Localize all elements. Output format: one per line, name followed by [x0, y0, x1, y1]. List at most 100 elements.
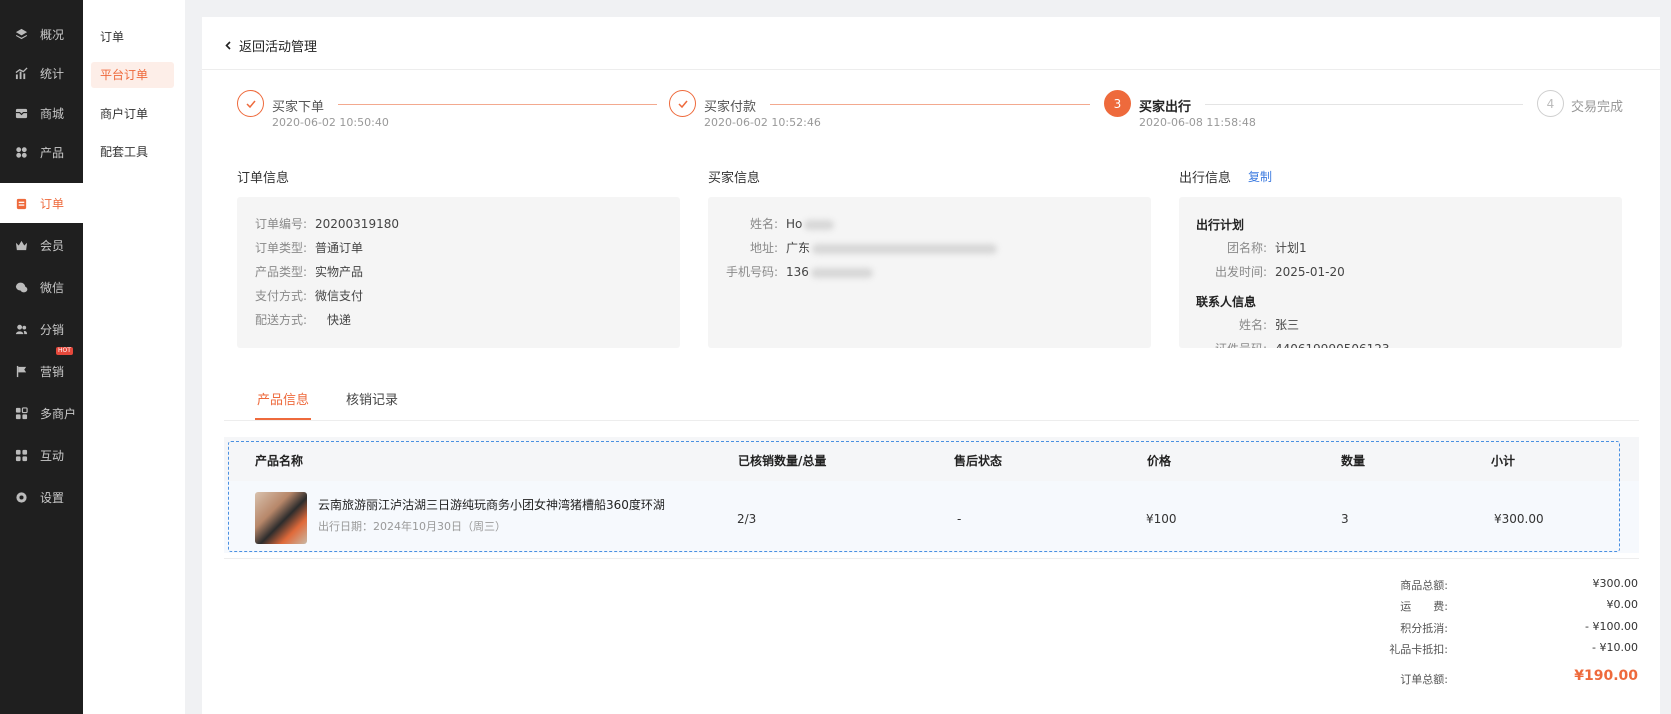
- step-2-title: 买家付款: [704, 100, 757, 115]
- col-after-sale: 售后状态: [954, 454, 1003, 468]
- order-total-label: 订单总额:: [1400, 673, 1448, 686]
- nav-label: 设置: [40, 490, 65, 505]
- subnav-item-tools[interactable]: 配套工具: [91, 139, 174, 165]
- travel-info-title: 出行信息: [1179, 171, 1232, 186]
- order-type-key: 订单类型:: [254, 241, 307, 255]
- nav-item-products[interactable]: 产品: [0, 132, 83, 172]
- step-1-check-icon: [237, 90, 264, 117]
- shipping-label: 运 费:: [1400, 600, 1448, 613]
- subnav-item-merchant-orders[interactable]: 商户订单: [91, 101, 174, 127]
- product-name[interactable]: 云南旅游丽江泸沽湖三日游纯玩商务小团女神湾猪槽船360度环湖: [318, 496, 665, 513]
- travel-date: 出行日期：2024年10月30日（周三）: [318, 520, 506, 533]
- after-sale-status: -: [957, 512, 962, 526]
- redeemed-count: 2/3: [737, 512, 757, 526]
- order-info-title: 订单信息: [237, 171, 290, 186]
- contact-id-value: 440619990506123: [1275, 342, 1390, 348]
- subnav-item-orders[interactable]: 订单: [91, 24, 174, 50]
- delivery-method-value: 快递: [327, 313, 352, 327]
- depart-time-value: 2025-01-20: [1275, 265, 1345, 279]
- nav-item-wechat[interactable]: 微信: [0, 267, 83, 307]
- subnav-item-platform-orders[interactable]: 平台订单: [91, 62, 174, 88]
- group-name-row: 团名称: 计划1: [1179, 239, 1307, 256]
- payment-method-key: 支付方式:: [254, 289, 307, 303]
- step-connector: [338, 104, 657, 105]
- nav-label: 概况: [40, 27, 65, 42]
- product-thumbnail[interactable]: [255, 492, 307, 544]
- plan-heading: 出行计划: [1196, 218, 1245, 232]
- order-number-row: 订单编号: 20200319180: [237, 215, 399, 232]
- nav-item-overview[interactable]: 概况: [0, 14, 83, 54]
- step-4-title: 交易完成: [1571, 100, 1624, 115]
- hot-badge: HOT: [56, 347, 73, 355]
- nav-item-orders[interactable]: 订单: [0, 183, 83, 223]
- step-3-time: 2020-06-08 11:58:48: [1139, 116, 1256, 129]
- redacted-blur: [804, 219, 835, 230]
- nav-label: 订单: [40, 196, 65, 211]
- tab-product-info[interactable]: 产品信息: [257, 389, 309, 408]
- layers-icon: [14, 27, 28, 41]
- depart-time-row: 出发时间: 2025-01-20: [1179, 263, 1345, 280]
- nav-item-multi-merchant[interactable]: 多商户: [0, 393, 83, 433]
- delivery-method-key: 配送方式:: [254, 313, 307, 327]
- nav-item-marketing[interactable]: 营销 HOT: [0, 347, 83, 391]
- step-connector: [770, 104, 1090, 105]
- chart-icon: [14, 66, 28, 80]
- nav-label: 微信: [40, 280, 65, 295]
- col-price: 价格: [1147, 454, 1172, 468]
- nav-label: 营销: [40, 364, 65, 379]
- wechat-icon: [14, 280, 28, 294]
- group-name-key: 团名称:: [1226, 241, 1267, 255]
- contact-name-row: 姓名: 张三: [1179, 316, 1299, 333]
- order-info-box: 订单编号: 20200319180 订单类型: 普通订单 产品类型: 实物产品 支付方…: [237, 197, 680, 348]
- buyer-info-box: 姓名: Ho 地址: 广东 手机号码: 136: [708, 197, 1151, 348]
- nav-label: 分销: [40, 322, 65, 337]
- apps-icon: [14, 448, 28, 462]
- gift-card-value: - ¥10.00: [1592, 641, 1638, 654]
- order-detail-card: 返回活动管理 买家下单 2020-06-02 10:50:40 买家付款 202…: [202, 17, 1660, 714]
- nav-label: 统计: [40, 66, 65, 81]
- points-deduction-value: - ¥100.00: [1585, 620, 1638, 633]
- sub-nav: 订单 平台订单 商户订单 配套工具: [83, 0, 185, 714]
- buyer-address-value: 广东: [786, 241, 811, 255]
- nav-item-distribution[interactable]: 分销: [0, 309, 83, 349]
- contact-id-row: 证件号码: 440619990506123: [1179, 340, 1390, 348]
- nav-item-members[interactable]: 会员: [0, 225, 83, 265]
- nav-item-settings[interactable]: 设置: [0, 477, 83, 517]
- copy-link[interactable]: 复制: [1248, 168, 1272, 185]
- points-deduction-label: 积分抵消:: [1400, 622, 1448, 635]
- nav-label: 商城: [40, 106, 65, 121]
- store-icon: [14, 406, 28, 420]
- buyer-phone-row: 手机号码: 136: [708, 263, 873, 280]
- header-divider: [202, 69, 1660, 70]
- payment-method-row: 支付方式: 微信支付: [237, 287, 363, 304]
- product-type-key: 产品类型:: [254, 265, 307, 279]
- depart-time-key: 出发时间:: [1214, 265, 1267, 279]
- nav-item-interaction[interactable]: 互动: [0, 435, 83, 475]
- col-quantity: 数量: [1341, 454, 1366, 468]
- goods-total-value: ¥300.00: [1592, 577, 1639, 590]
- nav-item-stats[interactable]: 统计: [0, 53, 83, 93]
- price-value: ¥100: [1146, 512, 1177, 526]
- back-link[interactable]: 返回活动管理: [224, 36, 317, 55]
- tab-redemption-records[interactable]: 核销记录: [346, 389, 398, 408]
- nav-label: 多商户: [40, 406, 77, 421]
- nav-item-mall[interactable]: 商城: [0, 93, 83, 133]
- buyer-name-value: Ho: [786, 217, 803, 231]
- main-nav: 概况 统计 商城 产品 订单 会员 微信 分销 营销 HOT 多商户 互动 设置: [0, 0, 83, 714]
- gear-icon: [14, 490, 28, 504]
- nav-label: 互动: [40, 448, 65, 463]
- goods-total-label: 商品总额:: [1400, 579, 1448, 592]
- contact-name-value: 张三: [1275, 318, 1300, 332]
- order-total-value: ¥190.00: [1574, 668, 1638, 684]
- flag-icon: [14, 364, 28, 378]
- step-3-number: 3: [1104, 90, 1131, 117]
- contact-id-key: 证件号码:: [1179, 340, 1267, 348]
- step-2-check-icon: [669, 90, 696, 117]
- step-connector: [1205, 104, 1523, 105]
- step-1-title: 买家下单: [272, 100, 325, 115]
- payment-method-value: 微信支付: [315, 289, 364, 303]
- order-number-value: 20200319180: [315, 217, 399, 231]
- users-icon: [14, 322, 28, 336]
- col-redeemed: 已核销数量/总量: [738, 454, 827, 468]
- redacted-blur: [812, 243, 998, 254]
